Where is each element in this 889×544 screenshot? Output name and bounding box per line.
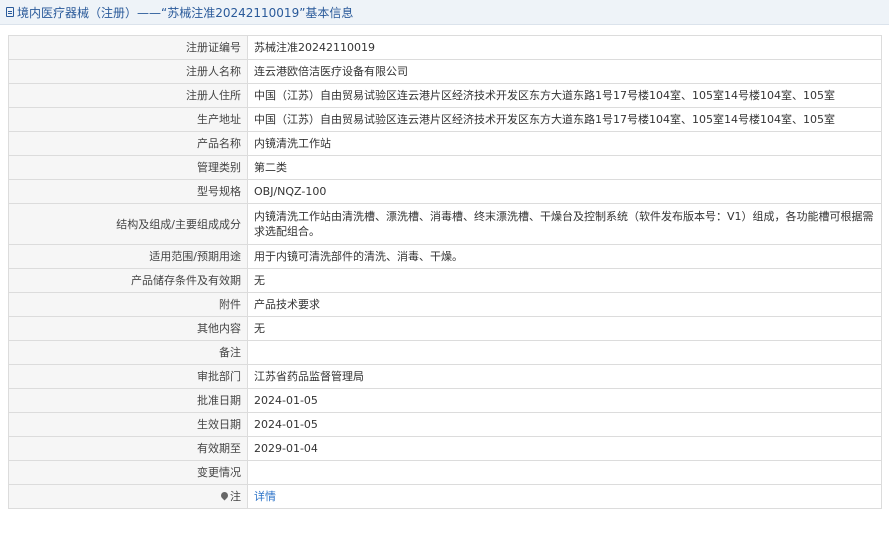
row-value: 2024-01-05 xyxy=(247,388,882,413)
pin-icon xyxy=(219,490,230,501)
row-label: 生效日期 xyxy=(8,412,248,437)
row-value: 内镜清洗工作站由清洗槽、漂洗槽、消毒槽、终末漂洗槽、干燥台及控制系统（软件发布版… xyxy=(247,203,882,245)
row-value: 第二类 xyxy=(247,155,882,180)
row-value: 产品技术要求 xyxy=(247,292,882,317)
row-value: 江苏省药品监督管理局 xyxy=(247,364,882,389)
row-label: 其他内容 xyxy=(8,316,248,341)
row-label: 型号规格 xyxy=(8,179,248,204)
table-row: 注册人住所 中国（江苏）自由贸易试验区连云港片区经济技术开发区东方大道东路1号1… xyxy=(8,83,882,108)
row-label: 变更情况 xyxy=(8,460,248,485)
row-label: 注册人名称 xyxy=(8,59,248,84)
registration-info-table: 注册证编号 苏械注准20242110019 注册人名称 连云港欧倍洁医疗设备有限… xyxy=(8,35,882,509)
row-label: 产品储存条件及有效期 xyxy=(8,268,248,293)
row-value: 2029-01-04 xyxy=(247,436,882,461)
row-value: 连云港欧倍洁医疗设备有限公司 xyxy=(247,59,882,84)
row-value xyxy=(247,340,882,365)
row-label: 附件 xyxy=(8,292,248,317)
row-value: 苏械注准20242110019 xyxy=(247,35,882,60)
row-value: 用于内镜可清洗部件的清洗、消毒、干燥。 xyxy=(247,244,882,269)
table-row: 生产地址 中国（江苏）自由贸易试验区连云港片区经济技术开发区东方大道东路1号17… xyxy=(8,107,882,132)
table-row: 注册证编号 苏械注准20242110019 xyxy=(8,35,882,60)
row-value: 中国（江苏）自由贸易试验区连云港片区经济技术开发区东方大道东路1号17号楼104… xyxy=(247,107,882,132)
table-row: 产品名称 内镜清洗工作站 xyxy=(8,131,882,156)
row-value: 无 xyxy=(247,268,882,293)
table-row: 注册人名称 连云港欧倍洁医疗设备有限公司 xyxy=(8,59,882,84)
table-row: 型号规格 OBJ/NQZ-100 xyxy=(8,179,882,204)
table-row: 生效日期 2024-01-05 xyxy=(8,412,882,437)
row-label: 审批部门 xyxy=(8,364,248,389)
table-row: 管理类别 第二类 xyxy=(8,155,882,180)
table-row: 审批部门 江苏省药品监督管理局 xyxy=(8,364,882,389)
note-label-cell: 注 xyxy=(8,484,248,509)
row-value: 内镜清洗工作站 xyxy=(247,131,882,156)
page-header: 境内医疗器械（注册）——“苏械注准20242110019”基本信息 xyxy=(0,0,889,25)
row-label: 生产地址 xyxy=(8,107,248,132)
row-label: 注册人住所 xyxy=(8,83,248,108)
table-row: 备注 xyxy=(8,340,882,365)
page-title: 境内医疗器械（注册）——“苏械注准20242110019”基本信息 xyxy=(17,5,354,20)
row-label: 批准日期 xyxy=(8,388,248,413)
row-label: 产品名称 xyxy=(8,131,248,156)
note-value-cell: 详情 xyxy=(247,484,882,509)
details-link[interactable]: 详情 xyxy=(254,490,276,503)
table-row: 附件 产品技术要求 xyxy=(8,292,882,317)
row-label: 注册证编号 xyxy=(8,35,248,60)
table-row: 变更情况 xyxy=(8,460,882,485)
table-row: 其他内容 无 xyxy=(8,316,882,341)
document-icon xyxy=(6,7,14,17)
table-row: 有效期至 2029-01-04 xyxy=(8,436,882,461)
row-label: 适用范围/预期用途 xyxy=(8,244,248,269)
row-label: 备注 xyxy=(8,340,248,365)
row-value: OBJ/NQZ-100 xyxy=(247,179,882,204)
row-label: 结构及组成/主要组成成分 xyxy=(8,203,248,245)
row-label: 管理类别 xyxy=(8,155,248,180)
row-label: 有效期至 xyxy=(8,436,248,461)
row-value: 2024-01-05 xyxy=(247,412,882,437)
table-row: 适用范围/预期用途 用于内镜可清洗部件的清洗、消毒、干燥。 xyxy=(8,244,882,269)
note-row: 注 详情 xyxy=(8,484,882,509)
table-row: 结构及组成/主要组成成分 内镜清洗工作站由清洗槽、漂洗槽、消毒槽、终末漂洗槽、干… xyxy=(8,203,882,245)
row-value: 无 xyxy=(247,316,882,341)
row-value: 中国（江苏）自由贸易试验区连云港片区经济技术开发区东方大道东路1号17号楼104… xyxy=(247,83,882,108)
row-value xyxy=(247,460,882,485)
note-label: 注 xyxy=(230,490,241,503)
table-row: 批准日期 2024-01-05 xyxy=(8,388,882,413)
table-row: 产品储存条件及有效期 无 xyxy=(8,268,882,293)
